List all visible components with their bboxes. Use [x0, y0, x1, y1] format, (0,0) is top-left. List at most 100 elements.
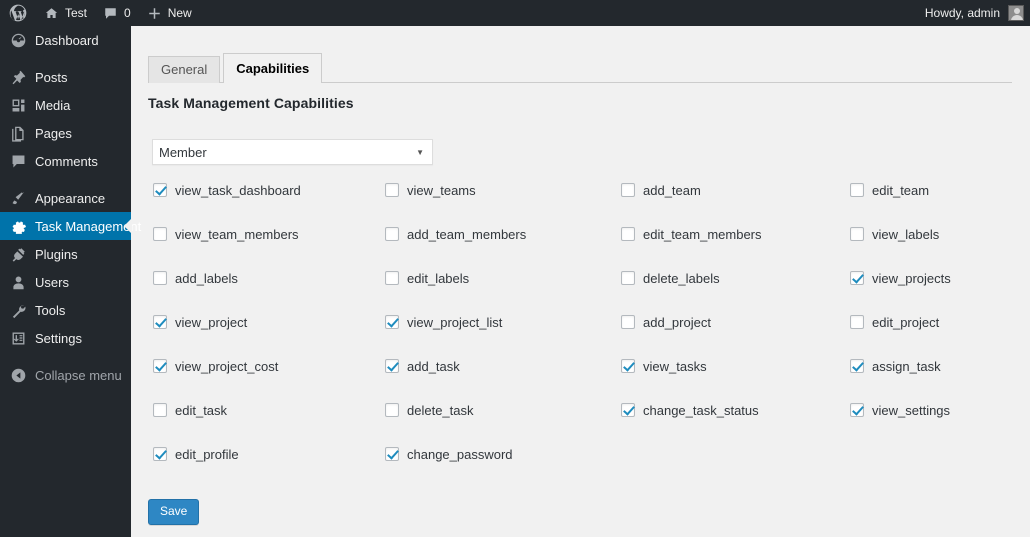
capability-change-task-status[interactable]: change_task_status [617, 401, 847, 419]
checkbox-view-labels[interactable] [850, 227, 864, 241]
checkbox-edit-profile[interactable] [153, 447, 167, 461]
checkbox-add-team-members[interactable] [385, 227, 399, 241]
sidebar-separator [0, 175, 131, 184]
capability-edit-labels[interactable]: edit_labels [382, 269, 617, 287]
capability-view-team-members[interactable]: view_team_members [145, 225, 382, 243]
sidebar-item-label: Plugins [35, 246, 78, 262]
sidebar-item-media[interactable]: Media [0, 91, 131, 119]
paintbrush-icon [8, 188, 28, 208]
capability-add-task[interactable]: add_task [382, 357, 617, 375]
capability-view-project-list[interactable]: view_project_list [382, 313, 617, 331]
role-select[interactable]: Member ▼ [152, 139, 433, 165]
save-button[interactable]: Save [148, 499, 200, 525]
checkbox-edit-task[interactable] [153, 403, 167, 417]
capability-add-project[interactable]: add_project [617, 313, 847, 331]
capability-edit-profile[interactable]: edit_profile [145, 445, 382, 463]
checkbox-delete-labels[interactable] [621, 271, 635, 285]
checkbox-view-settings[interactable] [850, 403, 864, 417]
capability-view-task-dashboard[interactable]: view_task_dashboard [145, 181, 382, 199]
capability-edit-team[interactable]: edit_team [847, 181, 1022, 199]
checkbox-view-teams[interactable] [385, 183, 399, 197]
capability-edit-task[interactable]: edit_task [145, 401, 382, 419]
capability-add-team-members[interactable]: add_team_members [382, 225, 617, 243]
checkbox-edit-team[interactable] [850, 183, 864, 197]
checkbox-add-team[interactable] [621, 183, 635, 197]
comment-bubble-icon [103, 6, 118, 21]
sidebar-item-plugins[interactable]: Plugins [0, 240, 131, 268]
capability-change-password[interactable]: change_password [382, 445, 617, 463]
checkbox-view-project[interactable] [153, 315, 167, 329]
sidebar-item-settings[interactable]: Settings [0, 324, 131, 352]
capability-label: edit_team_members [643, 226, 762, 242]
checkbox-edit-project[interactable] [850, 315, 864, 329]
capability-assign-task[interactable]: assign_task [847, 357, 1022, 375]
adminbar-new-content[interactable]: New [139, 0, 200, 26]
capability-label: change_task_status [643, 402, 759, 418]
checkbox-view-projects[interactable] [850, 271, 864, 285]
tab-general[interactable]: General [148, 56, 221, 83]
capability-label: view_project_cost [175, 358, 279, 374]
capability-delete-labels[interactable]: delete_labels [617, 269, 847, 287]
sidebar-item-dashboard[interactable]: Dashboard [0, 26, 131, 54]
sidebar-item-label: Collapse menu [35, 367, 122, 383]
checkbox-delete-task[interactable] [385, 403, 399, 417]
checkbox-view-team-members[interactable] [153, 227, 167, 241]
sidebar-item-label: Settings [35, 330, 82, 346]
sidebar-item-users[interactable]: Users [0, 268, 131, 296]
capability-edit-project[interactable]: edit_project [847, 313, 1022, 331]
sidebar-item-collapse-menu[interactable]: Collapse menu [0, 361, 131, 389]
capability-view-teams[interactable]: view_teams [382, 181, 617, 199]
chevron-down-icon: ▼ [416, 147, 424, 157]
sidebar-item-pages[interactable]: Pages [0, 119, 131, 147]
capability-view-project[interactable]: view_project [145, 313, 382, 331]
sidebar-item-tools[interactable]: Tools [0, 296, 131, 324]
checkbox-edit-labels[interactable] [385, 271, 399, 285]
capability-label: view_team_members [175, 226, 299, 242]
checkbox-change-password[interactable] [385, 447, 399, 461]
role-select-value: Member [159, 144, 207, 160]
capability-view-project-cost[interactable]: view_project_cost [145, 357, 382, 375]
capability-label: add_task [407, 358, 460, 374]
adminbar-account[interactable]: Howdy, admin [925, 0, 1030, 26]
checkbox-add-task[interactable] [385, 359, 399, 373]
sidebar-item-label: Users [35, 274, 69, 290]
checkbox-add-labels[interactable] [153, 271, 167, 285]
capability-label: view_teams [407, 182, 476, 198]
tab-capabilities[interactable]: Capabilities [223, 53, 323, 83]
checkbox-view-project-cost[interactable] [153, 359, 167, 373]
comment-bubble-icon [8, 151, 28, 171]
adminbar-howdy-label: Howdy, admin [924, 6, 1000, 20]
capability-view-settings[interactable]: view_settings [847, 401, 1022, 419]
settings-tab-bar: General Capabilities [148, 53, 325, 83]
checkbox-add-project[interactable] [621, 315, 635, 329]
sidebar-item-appearance[interactable]: Appearance [0, 184, 131, 212]
sidebar-item-comments[interactable]: Comments [0, 147, 131, 175]
capability-row: view_task_dashboard view_teams add_team edi… [145, 181, 1025, 225]
capability-view-tasks[interactable]: view_tasks [617, 357, 847, 375]
capability-view-projects[interactable]: view_projects [847, 269, 1022, 287]
checkbox-view-project-list[interactable] [385, 315, 399, 329]
sidebar-item-task-management[interactable]: Task Management [0, 212, 141, 240]
wrench-icon [8, 300, 28, 320]
sidebar-item-posts[interactable]: Posts [0, 63, 131, 91]
capability-label: view_task_dashboard [175, 182, 301, 198]
adminbar-comments[interactable]: 0 [95, 0, 139, 26]
adminbar-wp-logo[interactable] [0, 0, 36, 26]
checkbox-change-task-status[interactable] [621, 403, 635, 417]
checkbox-edit-team-members[interactable] [621, 227, 635, 241]
capability-delete-task[interactable]: delete_task [382, 401, 617, 419]
capability-add-team[interactable]: add_team [617, 181, 847, 199]
capability-view-labels[interactable]: view_labels [847, 225, 1022, 243]
capability-add-labels[interactable]: add_labels [145, 269, 382, 287]
main-content: General Capabilities Task Management Capa… [131, 26, 1030, 537]
checkbox-view-task-dashboard[interactable] [153, 183, 167, 197]
adminbar-comments-count: 0 [124, 6, 131, 20]
checkbox-view-tasks[interactable] [621, 359, 635, 373]
capability-label: view_projects [872, 270, 951, 286]
capability-edit-team-members[interactable]: edit_team_members [617, 225, 847, 243]
admin-sidebar-menu: Dashboard Posts Media Pages Comments Appearan… [0, 26, 141, 537]
checkbox-assign-task[interactable] [850, 359, 864, 373]
adminbar-spacer [200, 0, 925, 26]
sidebar-item-label: Comments [35, 153, 98, 169]
adminbar-site-name[interactable]: Test [36, 0, 95, 26]
